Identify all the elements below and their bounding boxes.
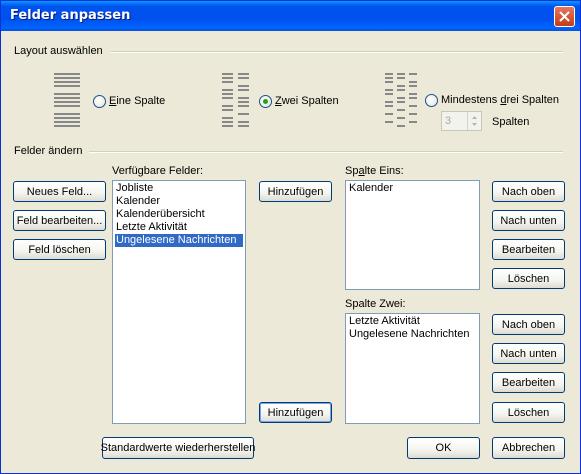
column-one-edit-button[interactable]: Bearbeiten: [492, 239, 565, 260]
list-item[interactable]: Kalender: [115, 195, 243, 208]
ok-button[interactable]: OK: [407, 437, 480, 459]
edit-field-button[interactable]: Feld bearbeiten...: [13, 210, 106, 231]
min-three-columns-radio[interactable]: [425, 94, 438, 107]
fields-group-divider: [89, 151, 563, 153]
list-item[interactable]: Jobliste: [115, 182, 243, 195]
layout-group-divider: [111, 51, 563, 53]
spinner-unit-label: Spalten: [492, 116, 530, 128]
two-columns-label[interactable]: Zwei Spalten: [275, 95, 339, 107]
available-fields-label: Verfügbare Felder:: [112, 165, 204, 177]
column-one-list[interactable]: Kalender: [345, 180, 480, 290]
spinner-arrows[interactable]: [467, 112, 481, 130]
column-count-spinner[interactable]: 3: [441, 111, 482, 131]
add-to-column-one-button[interactable]: Hinzufügen: [259, 181, 332, 202]
add-to-column-two-button[interactable]: Hinzufügen: [259, 402, 332, 423]
one-column-radio[interactable]: [93, 95, 106, 108]
list-item[interactable]: Letzte Aktivität: [115, 221, 243, 234]
column-two-delete-button[interactable]: Löschen: [492, 402, 565, 423]
column-one-move-up-button[interactable]: Nach oben: [492, 181, 565, 202]
list-item[interactable]: Kalenderübersicht: [115, 208, 243, 221]
layout-group-title: Layout auswählen: [14, 45, 103, 57]
column-one-delete-button[interactable]: Löschen: [492, 268, 565, 289]
restore-defaults-button[interactable]: Standardwerte wiederherstellen: [101, 437, 255, 459]
delete-field-button[interactable]: Feld löschen: [13, 239, 106, 260]
list-item-selected[interactable]: Ungelesene Nachrichten: [115, 234, 243, 247]
list-item[interactable]: Letzte Aktivität: [348, 315, 477, 328]
min-three-columns-label[interactable]: Mindestens drei Spalten: [441, 94, 559, 106]
list-item[interactable]: Ungelesene Nachrichten: [348, 328, 477, 341]
column-one-move-down-button[interactable]: Nach unten: [492, 210, 565, 231]
two-columns-radio[interactable]: [259, 95, 272, 108]
column-two-list[interactable]: Letzte Aktivität Ungelesene Nachrichten: [345, 313, 480, 424]
one-column-layout-icon: [54, 73, 80, 127]
close-icon: [559, 11, 570, 22]
two-column-layout-icon: [222, 73, 249, 127]
spinner-up-down-icon: [472, 116, 477, 126]
column-two-edit-button[interactable]: Bearbeiten: [492, 372, 565, 393]
new-field-button[interactable]: Neues Feld...: [13, 181, 106, 202]
list-item[interactable]: Kalender: [348, 182, 477, 195]
column-one-label: Spalte Eins:: [345, 165, 404, 177]
column-two-move-down-button[interactable]: Nach unten: [492, 343, 565, 364]
window-title: Felder anpassen: [10, 8, 131, 23]
three-columns-layout-icon: [385, 73, 417, 127]
fields-group-title: Felder ändern: [14, 145, 83, 157]
dialog-window: Felder anpassen Layout auswählen Eine Sp…: [0, 0, 581, 474]
column-count-value: 3: [445, 115, 452, 127]
cancel-button[interactable]: Abbrechen: [492, 437, 565, 459]
title-bar[interactable]: Felder anpassen: [1, 1, 580, 31]
available-fields-list[interactable]: Jobliste Kalender Kalenderübersicht Letz…: [112, 180, 246, 424]
close-button[interactable]: [554, 6, 575, 27]
column-two-move-up-button[interactable]: Nach oben: [492, 314, 565, 335]
one-column-label[interactable]: Eine Spalte: [109, 95, 165, 107]
column-two-label: Spalte Zwei:: [345, 298, 406, 310]
